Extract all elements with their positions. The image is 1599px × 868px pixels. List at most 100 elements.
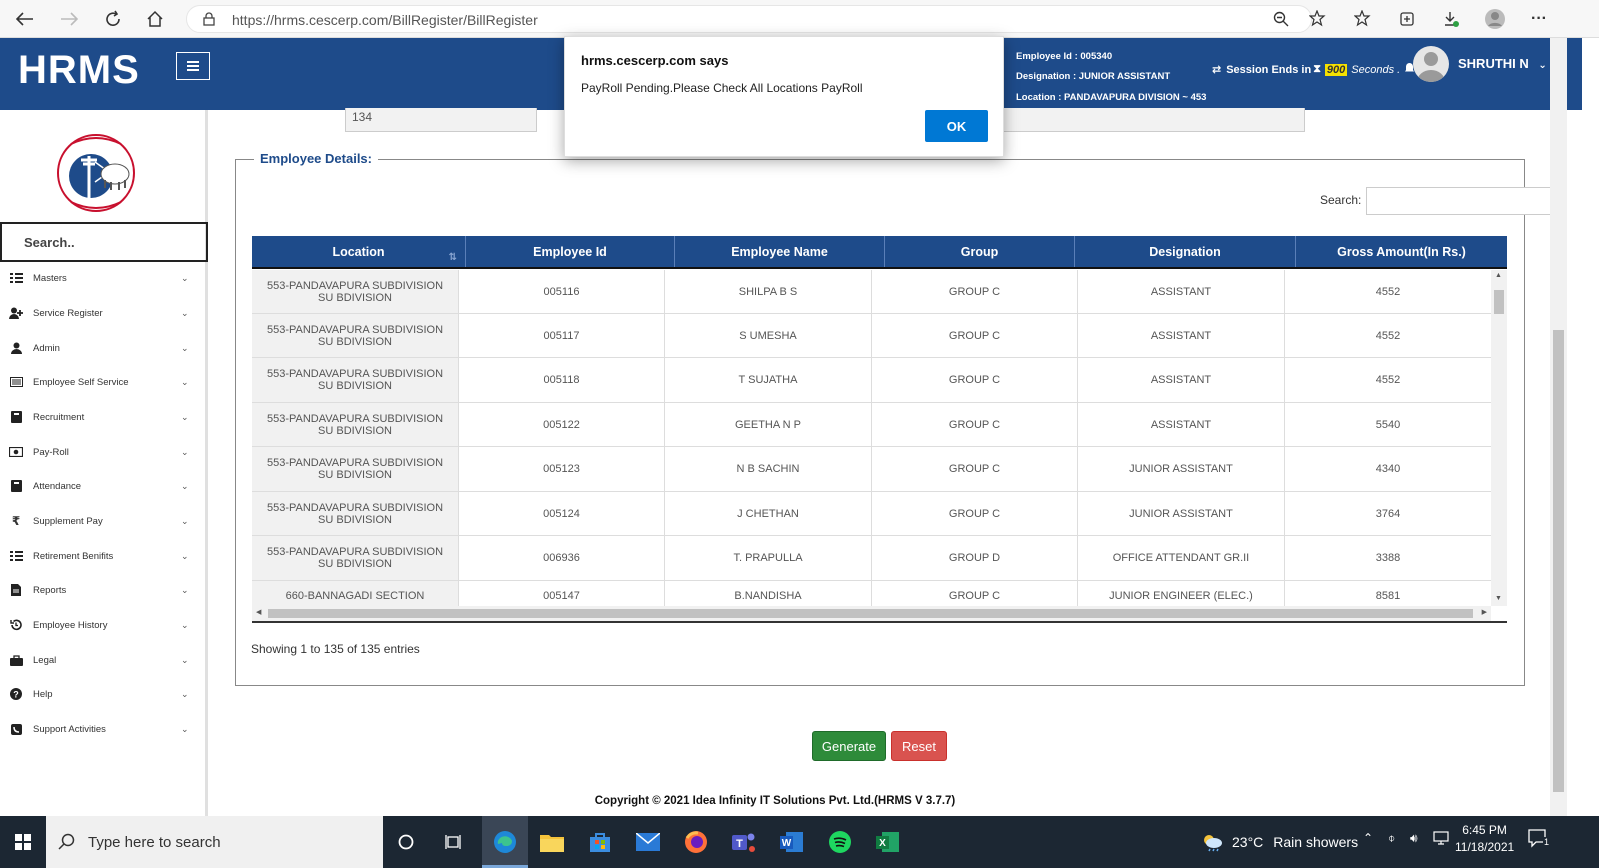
task-view-icon[interactable] (434, 824, 474, 860)
table-row[interactable]: 553-PANDAVAPURA SUBDIVISION SU BDIVISION… (252, 536, 1491, 581)
sidebar-item-attendance[interactable]: Attendance ⌄ (0, 471, 205, 501)
sidebar-item-reports[interactable]: Reports ⌄ (0, 575, 205, 605)
sidebar-item-employee-history[interactable]: Employee History ⌄ (0, 610, 205, 640)
scroll-down-icon[interactable]: ▼ (1495, 595, 1502, 602)
show-hidden-icons-icon[interactable]: ⌃ (1363, 831, 1373, 845)
user-menu[interactable]: SHRUTHI N ⌄ (1458, 56, 1547, 71)
user-name: SHRUTHI N (1458, 56, 1529, 71)
network-icon[interactable] (1433, 831, 1449, 848)
menu-toggle-button[interactable] (176, 52, 210, 80)
taskbar-clock[interactable]: 6:45 PM 11/18/2021 (1455, 822, 1514, 856)
refresh-icon[interactable] (100, 6, 126, 32)
address-bar[interactable]: https://hrms.cescerp.com/BillRegister/Bi… (186, 5, 1312, 33)
store-icon[interactable] (580, 824, 620, 860)
sidebar-item-support-activities[interactable]: Support Activities ⌄ (0, 714, 205, 744)
session-prefix: Session Ends in (1226, 63, 1312, 76)
alert-dialog: hrms.cescerp.com says PayRoll Pending.Pl… (564, 36, 1004, 157)
favorites-icon[interactable] (1350, 6, 1376, 32)
sidebar-item-legal[interactable]: Legal ⌄ (0, 645, 205, 675)
mail-icon[interactable] (628, 824, 668, 860)
windows-start-icon[interactable] (0, 816, 46, 868)
table-horizontal-scroll-thumb[interactable] (268, 609, 1473, 618)
notification-center-icon[interactable]: 1 (1528, 829, 1551, 852)
excel-icon[interactable]: X (868, 824, 908, 860)
cell-gross-amount: 5540 (1375, 418, 1401, 431)
column-header-employee-name[interactable]: Employee Name (675, 236, 885, 267)
cortana-icon[interactable] (386, 824, 426, 860)
previous-field-input-2[interactable] (1000, 108, 1305, 132)
forward-icon[interactable] (56, 6, 82, 32)
profile-icon[interactable] (1482, 6, 1508, 32)
cell-group: GROUP C (872, 270, 1078, 313)
edge-icon[interactable] (485, 824, 525, 860)
table-row[interactable]: 553-PANDAVAPURA SUBDIVISION SU BDIVISION… (252, 403, 1491, 447)
sidebar-item-help[interactable]: ? Help ⌄ (0, 679, 205, 709)
zoom-icon[interactable] (1268, 6, 1294, 32)
reset-button[interactable]: Reset (891, 731, 947, 761)
table-vertical-scrollbar[interactable]: ▲ ▼ (1491, 270, 1507, 606)
sort-icon[interactable]: ⇅ (449, 252, 457, 263)
column-header-group[interactable]: Group (885, 236, 1075, 267)
column-header-location[interactable]: Location ⇅ (252, 236, 466, 267)
scroll-up-icon[interactable]: ▲ (1495, 272, 1502, 279)
file-explorer-icon[interactable] (532, 824, 572, 860)
table-row[interactable]: 660-BANNAGADI SECTION 005147 B.NANDISHA … (252, 581, 1491, 606)
previous-field-input[interactable]: 134 (345, 108, 537, 132)
table-row[interactable]: 553-PANDAVAPURA SUBDIVISION SU BDIVISION… (252, 270, 1491, 314)
sidebar-item-masters[interactable]: Masters ⌄ (0, 263, 205, 293)
page-scroll-thumb[interactable] (1553, 330, 1564, 792)
chevron-down-icon: ⌄ (181, 619, 189, 630)
table-row[interactable]: 553-PANDAVAPURA SUBDIVISION SU BDIVISION… (252, 314, 1491, 358)
user-avatar[interactable] (1413, 46, 1449, 82)
table-row[interactable]: 553-PANDAVAPURA SUBDIVISION SU BDIVISION… (252, 358, 1491, 403)
teams-icon[interactable]: T (724, 824, 764, 860)
downloads-icon[interactable] (1438, 6, 1464, 32)
cell-employee-name: B.NANDISHA (665, 581, 872, 606)
spotify-icon[interactable] (820, 824, 860, 860)
webcam-icon[interactable]: ⌽ (1388, 831, 1395, 846)
firefox-icon[interactable] (676, 824, 716, 860)
table-search-input[interactable] (1366, 187, 1552, 215)
chevron-down-icon: ⌄ (181, 584, 189, 595)
sidebar-item-recruitment[interactable]: Recruitment ⌄ (0, 402, 205, 432)
cell-gross-amount: 4552 (1375, 285, 1401, 298)
column-label: Location (332, 244, 385, 259)
table-row[interactable]: 553-PANDAVAPURA SUBDIVISION SU BDIVISION… (252, 447, 1491, 492)
sidebar-item-admin[interactable]: Admin ⌄ (0, 333, 205, 363)
sidebar-item-employee-self-service[interactable]: Employee Self Service ⌄ (0, 367, 205, 397)
sidebar-item-retirement-benifits[interactable]: Retirement Benifits ⌄ (0, 541, 205, 571)
cell-location: 553-PANDAVAPURA SUBDIVISION SU BDIVISION (252, 314, 459, 357)
user-icon (9, 342, 23, 354)
column-header-gross-amount[interactable]: Gross Amount(In Rs.) (1296, 236, 1507, 267)
employee-designation: Designation : JUNIOR ASSISTANT (1016, 71, 1171, 82)
scroll-left-icon[interactable]: ◀ (256, 608, 261, 616)
back-icon[interactable] (12, 6, 38, 32)
sidebar-item-supplement-pay[interactable]: ₹ Supplement Pay ⌄ (0, 506, 205, 536)
sidebar-search-input[interactable]: Search.. (0, 222, 208, 262)
collections-icon[interactable] (1394, 6, 1420, 32)
sidebar-item-pay-roll[interactable]: Pay-Roll ⌄ (0, 437, 205, 467)
dialog-ok-button[interactable]: OK (925, 110, 988, 142)
table-row[interactable]: 553-PANDAVAPURA SUBDIVISION SU BDIVISION… (252, 492, 1491, 536)
column-header-designation[interactable]: Designation (1075, 236, 1296, 267)
word-icon[interactable]: W (772, 824, 812, 860)
column-header-employee-id[interactable]: Employee Id (466, 236, 675, 267)
dialog-message: PayRoll Pending.Please Check All Locatio… (581, 81, 863, 95)
employee-location: Location : PANDAVAPURA DIVISION ~ 453 (1016, 92, 1207, 103)
add-favorite-icon[interactable] (1305, 6, 1331, 32)
dialog-title: hrms.cescerp.com says (581, 53, 729, 68)
weather-widget[interactable]: 23°C Rain showers (1200, 832, 1358, 852)
volume-icon[interactable]: 🔊︎ (1410, 831, 1418, 846)
brand-logo[interactable]: HRMS (18, 48, 140, 93)
more-options-icon[interactable]: ··· (1526, 6, 1552, 32)
generate-button[interactable]: Generate (812, 731, 886, 761)
home-icon[interactable] (142, 6, 168, 32)
table-vertical-scroll-thumb[interactable] (1494, 290, 1504, 314)
sidebar-item-service-register[interactable]: Service Register ⌄ (0, 298, 205, 328)
cell-employee-name: S UMESHA (665, 314, 872, 357)
scroll-right-icon[interactable]: ▶ (1482, 608, 1487, 616)
session-suffix: Seconds . (1351, 63, 1401, 76)
chevron-down-icon: ⌄ (181, 723, 189, 734)
taskbar-search-box[interactable]: Type here to search (46, 816, 383, 868)
cell-gross-amount: 8581 (1375, 589, 1401, 602)
